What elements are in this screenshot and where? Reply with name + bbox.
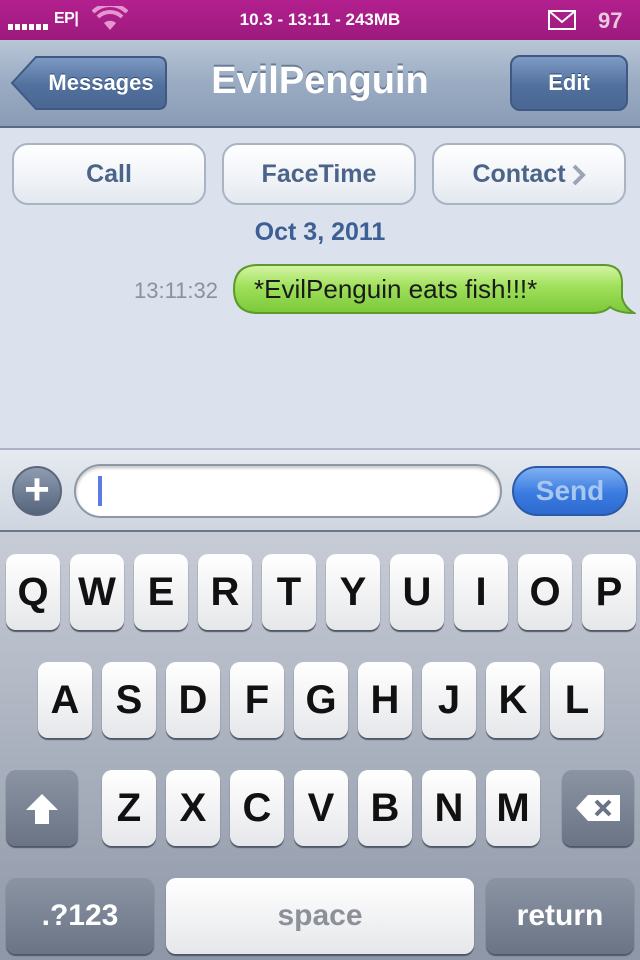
key-f[interactable]: F [230,662,284,738]
key-c[interactable]: C [230,770,284,846]
message-timestamp: 13:11:32 [133,278,218,303]
send-button[interactable]: Send [512,466,628,516]
edit-button[interactable]: Edit [510,55,628,111]
backspace-icon [576,795,620,821]
navigation-bar: Messages EvilPenguin Edit [0,40,640,128]
add-attachment-button[interactable]: + [12,466,62,516]
key-m[interactable]: M [486,770,540,846]
plus-icon: + [24,465,50,514]
message-text: *EvilPenguin eats fish!!!* [254,274,538,304]
key-a[interactable]: A [38,662,92,738]
key-j[interactable]: J [422,662,476,738]
status-info: 10.3 - 13:11 - 243MB [239,10,401,29]
compose-bar: + Send [0,448,640,530]
key-l[interactable]: L [550,662,604,738]
key-e[interactable]: E [134,554,188,630]
conversation-area: Call FaceTime Contact Oct 3, 2011 13:11:… [0,128,640,448]
key-b[interactable]: B [358,770,412,846]
key-i[interactable]: I [454,554,508,630]
key-s[interactable]: S [102,662,156,738]
key-z[interactable]: Z [102,770,156,846]
key-n[interactable]: N [422,770,476,846]
keyboard: Q W E R T Y U I O P A S D F G H J K L Z … [0,530,640,960]
shift-key[interactable] [6,770,78,846]
key-t[interactable]: T [262,554,316,630]
key-y[interactable]: Y [326,554,380,630]
mail-icon [548,10,576,30]
numbers-key[interactable]: .?123 [6,878,154,954]
key-o[interactable]: O [518,554,572,630]
space-key[interactable]: space [166,878,474,954]
key-w[interactable]: W [70,554,124,630]
call-button[interactable]: Call [12,143,206,205]
contact-button[interactable]: Contact [432,143,626,205]
date-header: Oct 3, 2011 [254,218,386,246]
key-q[interactable]: Q [6,554,60,630]
shift-arrow-icon [26,794,58,824]
key-g[interactable]: G [294,662,348,738]
text-cursor [98,476,102,506]
key-x[interactable]: X [166,770,220,846]
key-h[interactable]: H [358,662,412,738]
message-bubble[interactable]: *EvilPenguin eats fish!!!* [232,263,636,315]
key-p[interactable]: P [582,554,636,630]
key-r[interactable]: R [198,554,252,630]
chevron-right-icon [572,164,586,186]
key-d[interactable]: D [166,662,220,738]
key-u[interactable]: U [390,554,444,630]
key-k[interactable]: K [486,662,540,738]
contact-button-label: Contact [472,160,566,188]
message-input[interactable] [74,464,502,518]
facetime-button[interactable]: FaceTime [222,143,416,205]
status-bar: EP| 10.3 - 13:11 - 243MB 97 [0,0,640,40]
backspace-key[interactable] [562,770,634,846]
key-v[interactable]: V [294,770,348,846]
return-key[interactable]: return [486,878,634,954]
battery-level: 97 [598,8,623,33]
